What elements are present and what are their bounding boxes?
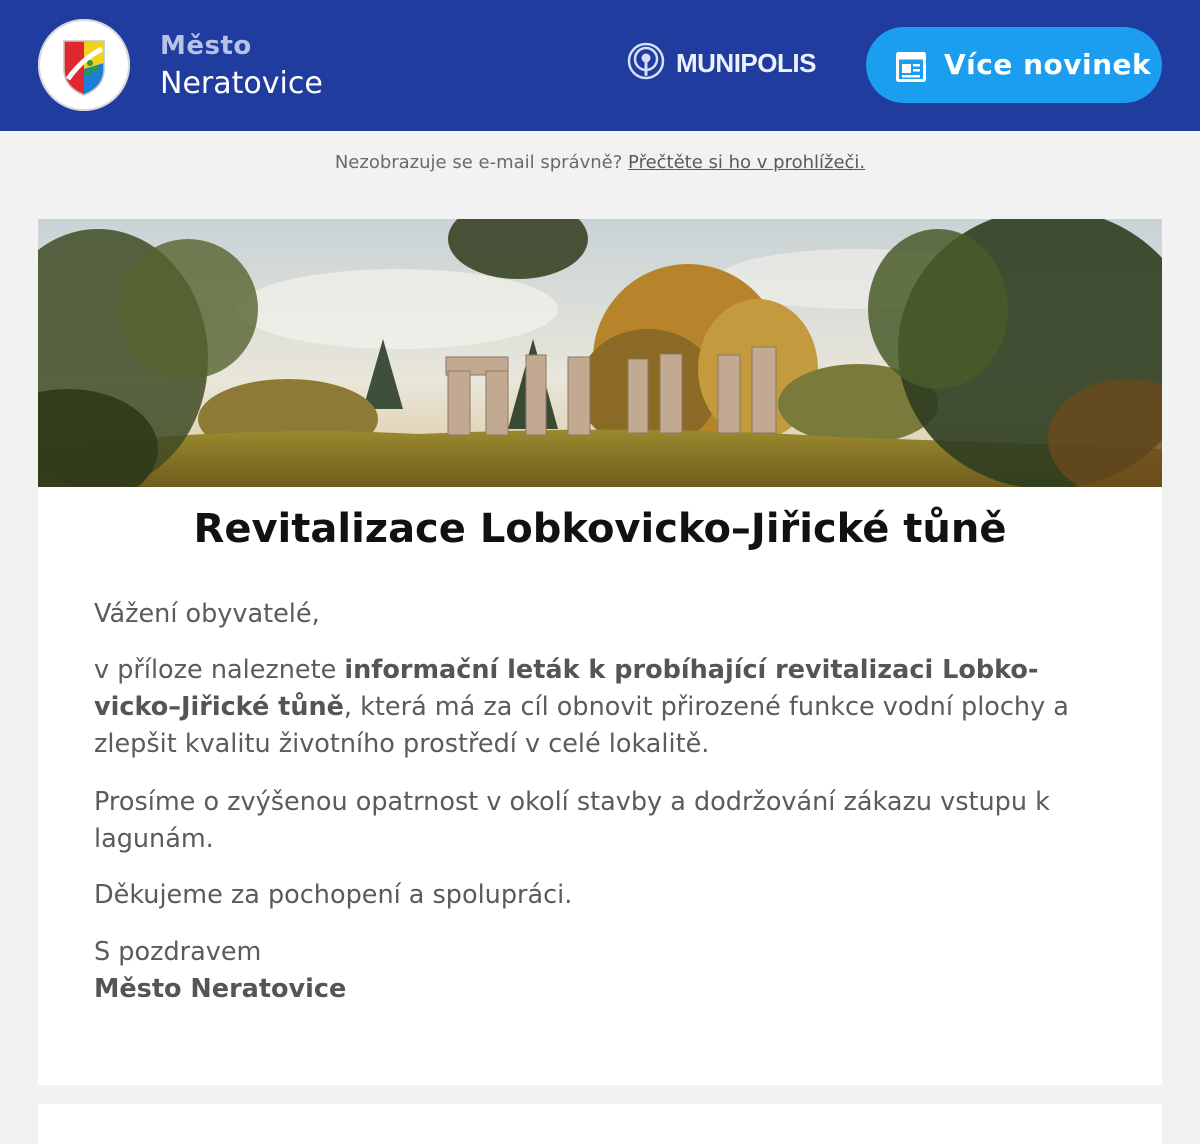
closing: S pozdravem [94, 937, 262, 967]
brand-name: MUNIPOLIS [676, 47, 816, 78]
hero-image [38, 219, 1162, 487]
city-name: Neratovice [160, 66, 323, 101]
city-coat-of-arms-icon[interactable] [38, 19, 130, 111]
browser-view-text: Nezobrazuje se e-mail správně? [334, 152, 623, 173]
email-header: Město Neratovice MUNIPOLIS Více novinek [0, 0, 1200, 131]
paragraph-leaflet-intro: v příloze naleznete [94, 655, 345, 685]
view-in-browser-link[interactable]: Přečtěte si ho v prohlížeči. [628, 152, 865, 173]
more-news-button-label: Více novinek [944, 48, 1152, 81]
newspaper-icon [896, 52, 928, 86]
paragraph-thanks: Děkujeme za pochopení a spolupráci. [94, 880, 573, 910]
paragraph-leaflet: v příloze naleznete informační leták k p… [94, 652, 1114, 763]
article-title: Revitalizace Lobkovicko–Jiřické tůně [193, 506, 1007, 552]
city-label-small: Město [160, 31, 252, 61]
greeting: Vážení obyvatelé, [94, 599, 320, 629]
munipolis-brand[interactable]: MUNIPOLIS [626, 41, 816, 85]
broadcast-icon [626, 41, 666, 85]
paragraph-caution: Prosíme o zvýšenou opatrnost v okolí sta… [94, 787, 1050, 854]
more-news-button[interactable]: Více novinek [866, 27, 1162, 103]
browser-view-notice: Nezobrazuje se e-mail správně? Přečtěte … [0, 152, 1200, 173]
next-card [38, 1104, 1162, 1144]
signature: Město Neratovice [94, 974, 347, 1004]
